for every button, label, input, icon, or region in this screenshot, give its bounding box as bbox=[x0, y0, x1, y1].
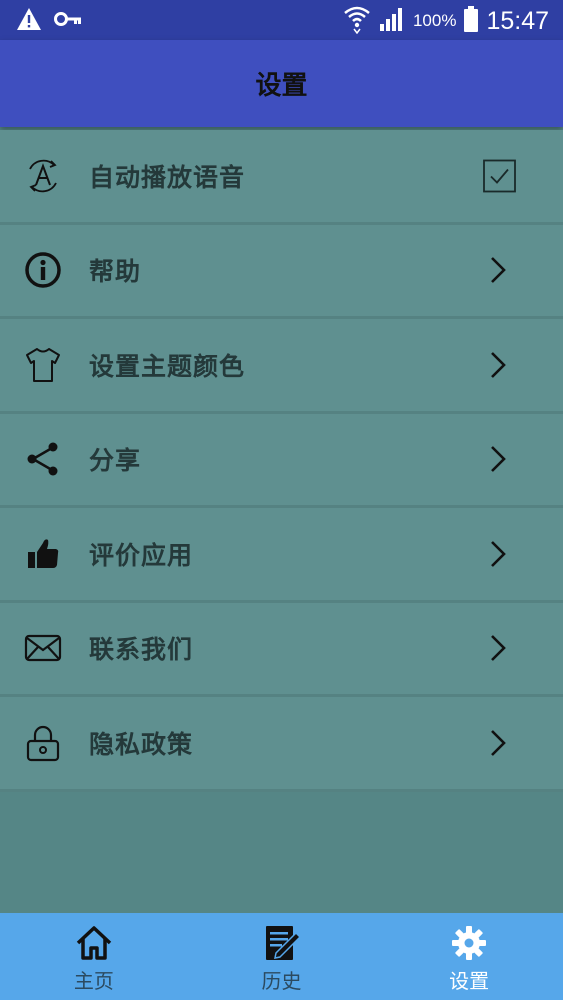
setting-share[interactable]: 分享 bbox=[0, 413, 563, 508]
setting-contact-us[interactable]: 联系我们 bbox=[0, 602, 563, 697]
chevron-right-icon bbox=[481, 631, 515, 665]
auto-play-icon bbox=[24, 157, 62, 195]
lock-icon bbox=[24, 724, 62, 762]
info-icon bbox=[24, 251, 62, 289]
chevron-right-icon bbox=[481, 442, 515, 476]
nav-item-history[interactable]: 历史 bbox=[188, 913, 376, 1000]
home-icon bbox=[74, 923, 114, 963]
setting-label: 联系我们 bbox=[89, 635, 194, 665]
battery-icon bbox=[464, 6, 479, 36]
setting-auto-play-voice[interactable]: 自动播放语音 bbox=[0, 130, 563, 225]
wifi-icon bbox=[343, 4, 371, 38]
chevron-right-icon bbox=[481, 726, 515, 760]
signal-icon bbox=[379, 6, 405, 36]
app-bar: 设置 bbox=[0, 40, 563, 127]
setting-label: 帮助 bbox=[89, 257, 142, 287]
gear-icon bbox=[449, 923, 489, 963]
auto-play-checkbox[interactable] bbox=[483, 159, 516, 193]
nav-item-home[interactable]: 主页 bbox=[0, 913, 188, 1000]
nav-label: 主页 bbox=[73, 969, 114, 993]
share-icon bbox=[24, 440, 62, 478]
history-icon bbox=[262, 923, 302, 963]
setting-rate-app[interactable]: 评价应用 bbox=[0, 508, 563, 603]
setting-help[interactable]: 帮助 bbox=[0, 224, 563, 319]
settings-list: 自动播放语音 帮助 设置主题颜色 分享 评价应用 联系我们 隐私政策 bbox=[0, 130, 563, 792]
chevron-right-icon bbox=[481, 537, 515, 571]
page-title: 设置 bbox=[255, 71, 308, 101]
setting-label: 自动播放语音 bbox=[89, 162, 246, 192]
setting-label: 设置主题颜色 bbox=[89, 351, 246, 381]
setting-label: 评价应用 bbox=[89, 540, 194, 570]
battery-percent: 100% bbox=[412, 11, 457, 30]
status-bar: 100% 15:47 bbox=[0, 0, 563, 40]
chevron-right-icon bbox=[481, 253, 515, 287]
bottom-nav: 主页 历史 设置 bbox=[0, 913, 563, 1000]
nav-label: 设置 bbox=[449, 969, 490, 993]
setting-label: 隐私政策 bbox=[89, 729, 194, 759]
key-icon bbox=[54, 11, 82, 31]
nav-item-settings[interactable]: 设置 bbox=[375, 913, 563, 1000]
tshirt-icon bbox=[24, 346, 62, 384]
setting-theme-color[interactable]: 设置主题颜色 bbox=[0, 319, 563, 414]
clock: 15:47 bbox=[486, 6, 549, 35]
nav-label: 历史 bbox=[261, 969, 302, 993]
thumbs-up-icon bbox=[24, 535, 62, 573]
warning-icon bbox=[16, 7, 42, 35]
chevron-right-icon bbox=[481, 348, 515, 382]
setting-label: 分享 bbox=[89, 446, 142, 476]
setting-privacy-policy[interactable]: 隐私政策 bbox=[0, 697, 563, 792]
envelope-icon bbox=[24, 629, 62, 667]
